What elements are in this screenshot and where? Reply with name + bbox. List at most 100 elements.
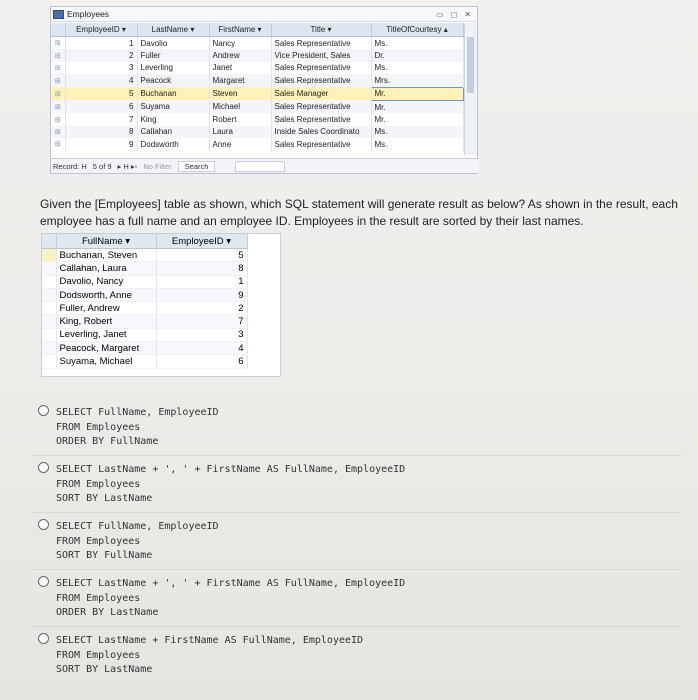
answer-option-2[interactable]: SELECT LastName + ', ' + FirstName AS Fu… (38, 462, 678, 507)
access-datasheet-window: Employees ▭ ◻ ✕ EmployeeID ▾ LastName ▾ … (50, 6, 479, 174)
column-header-firstname[interactable]: FirstName ▾ (209, 23, 272, 37)
search-box[interactable]: Search (177, 160, 216, 172)
cell-firstname[interactable]: Anne (209, 138, 272, 151)
cell-titleofcourtesy[interactable]: Ms. (371, 125, 464, 139)
close-icon[interactable]: ✕ (464, 10, 471, 19)
cell-employeeid: 7 (156, 314, 248, 329)
cell-employeeid[interactable]: 8 (65, 125, 138, 139)
cell-firstname[interactable]: Nancy (209, 36, 272, 50)
row-selector (42, 288, 57, 303)
cell-titleofcourtesy[interactable]: Ms. (371, 61, 464, 75)
column-header-employeeid[interactable]: EmployeeID ▾ (65, 23, 138, 37)
cell-employeeid[interactable]: 4 (65, 74, 138, 88)
table-row[interactable]: ⊞ 7 King Robert Sales Representative Mr. (51, 113, 464, 126)
scrollbar-thumb[interactable] (467, 37, 474, 93)
cell-lastname[interactable]: Suyama (137, 100, 210, 114)
expand-icon[interactable]: ⊞ (51, 100, 66, 114)
option-divider (32, 569, 682, 570)
answer-option-1[interactable]: SELECT FullName, EmployeeID FROM Employee… (38, 405, 678, 450)
expand-icon[interactable]: ⊞ (51, 87, 66, 101)
cell-lastname[interactable]: Callahan (137, 125, 210, 139)
cell-firstname[interactable]: Andrew (209, 49, 272, 62)
table-row[interactable]: ⊞ 8 Callahan Laura Inside Sales Coordinato Ms… (51, 125, 464, 139)
cell-employeeid[interactable]: 9 (65, 138, 138, 151)
cell-titleofcourtesy[interactable]: Mrs. (371, 74, 464, 88)
expand-icon[interactable]: ⊞ (51, 61, 66, 75)
cell-employeeid[interactable]: 3 (65, 61, 138, 75)
table-row[interactable]: ⊞ 4 Peacock Margaret Sales Representative Mrs… (51, 74, 464, 88)
maximize-icon[interactable]: ◻ (451, 10, 458, 19)
expand-icon[interactable]: ⊞ (51, 49, 66, 62)
expand-icon[interactable]: ⊞ (51, 36, 66, 50)
table-row[interactable]: ⊞ 9 Dodsworth Anne Sales Representative Ms. (51, 138, 464, 151)
cell-titleofcourtesy[interactable]: Ms. (371, 36, 464, 50)
expand-icon[interactable]: ⊞ (51, 74, 66, 88)
option-code-text: FROM Employees (56, 649, 141, 661)
cell-title[interactable]: Sales Representative (271, 61, 372, 75)
record-nav-buttons[interactable]: ▸ H ▸▫ (118, 162, 138, 171)
cell-titleofcourtesy[interactable]: Dr. (371, 49, 464, 62)
cell-lastname[interactable]: Davolio (137, 36, 210, 50)
cell-title[interactable]: Sales Representative (271, 74, 372, 88)
expand-icon[interactable]: ⊞ (51, 113, 66, 126)
cell-employeeid[interactable]: 7 (65, 113, 138, 126)
cell-lastname[interactable]: Buchanan (137, 87, 210, 101)
cell-employeeid[interactable]: 6 (65, 100, 138, 114)
cell-lastname[interactable]: Peacock (137, 74, 210, 88)
table-row[interactable]: ⊞ 1 Davolio Nancy Sales Representative Ms. (51, 36, 464, 50)
cell-firstname[interactable]: Steven (209, 87, 272, 101)
column-header-title[interactable]: Title ▾ (271, 23, 372, 37)
row-selector-header[interactable] (51, 23, 66, 37)
cell-titleofcourtesy[interactable]: Ms. (371, 138, 464, 151)
expand-icon[interactable]: ⊞ (51, 125, 66, 139)
table-row[interactable]: ⊞ 5 Buchanan Steven Sales Manager Mr. (51, 86, 464, 101)
option-code-line: FROM Employees (38, 535, 678, 550)
cell-titleofcourtesy[interactable]: Mr. (371, 113, 464, 126)
cell-lastname[interactable]: Leverling (137, 61, 210, 75)
cell-firstname[interactable]: Robert (209, 113, 272, 126)
cell-lastname[interactable]: King (137, 113, 210, 126)
radio-button[interactable] (38, 462, 49, 473)
answer-option-3[interactable]: SELECT FullName, EmployeeID FROM Employee… (38, 519, 678, 564)
radio-button[interactable] (38, 519, 49, 530)
cell-firstname[interactable]: Janet (209, 61, 272, 75)
cell-title[interactable]: Inside Sales Coordinato (271, 125, 372, 139)
option-code-line: SELECT FullName, EmployeeID (38, 405, 678, 421)
horizontal-scrollbar[interactable] (235, 160, 286, 172)
cell-lastname[interactable]: Dodsworth (137, 138, 210, 151)
record-position[interactable]: 5 of 9 (93, 162, 112, 171)
cell-title[interactable]: Sales Representative (271, 100, 372, 114)
cell-title[interactable]: Sales Representative (271, 36, 372, 50)
table-row[interactable]: ⊞ 6 Suyama Michael Sales Representative Mr. (51, 100, 464, 114)
expand-icon[interactable]: ⊞ (51, 138, 66, 151)
column-header-employeeid: EmployeeID ▾ (156, 234, 248, 249)
cell-title[interactable]: Sales Manager (271, 87, 372, 101)
cell-employeeid[interactable]: 2 (65, 49, 138, 62)
cell-title[interactable]: Vice President, Sales (271, 49, 372, 62)
answer-option-4[interactable]: SELECT LastName + ', ' + FirstName AS Fu… (38, 576, 678, 621)
option-code-text: SELECT FullName, EmployeeID (56, 407, 219, 418)
cell-title[interactable]: Sales Representative (271, 138, 372, 151)
radio-button[interactable] (38, 633, 49, 644)
cell-firstname[interactable]: Laura (209, 125, 272, 139)
column-header-titleofcourtesy[interactable]: TitleOfCourtesy ▴ (371, 23, 464, 37)
cell-titleofcourtesy[interactable]: Mr. (371, 100, 464, 114)
answer-option-5[interactable]: SELECT LastName + FirstName AS FullName,… (38, 633, 678, 678)
cell-employeeid[interactable]: 5 (65, 87, 138, 101)
cell-lastname[interactable]: Fuller (137, 49, 210, 62)
cell-firstname[interactable]: Margaret (209, 74, 272, 88)
minimize-icon[interactable]: ▭ (436, 10, 444, 19)
cell-title[interactable]: Sales Representative (271, 113, 372, 126)
radio-button[interactable] (38, 576, 49, 587)
column-header-lastname[interactable]: LastName ▾ (137, 23, 210, 37)
vertical-scrollbar[interactable] (464, 23, 477, 155)
option-code-line: SELECT LastName + ', ' + FirstName AS Fu… (38, 576, 678, 592)
radio-button[interactable] (38, 405, 49, 416)
table-row: Leverling, Janet 3 (42, 328, 248, 343)
cell-firstname[interactable]: Michael (209, 100, 272, 114)
table-row[interactable]: ⊞ 3 Leverling Janet Sales Representative Ms. (51, 61, 464, 75)
cell-employeeid[interactable]: 1 (65, 36, 138, 50)
no-filter-indicator[interactable]: No Filter (143, 162, 171, 171)
cell-titleofcourtesy[interactable]: Mr. (370, 86, 464, 101)
table-row[interactable]: ⊞ 2 Fuller Andrew Vice President, Sales Dr. (51, 49, 464, 62)
